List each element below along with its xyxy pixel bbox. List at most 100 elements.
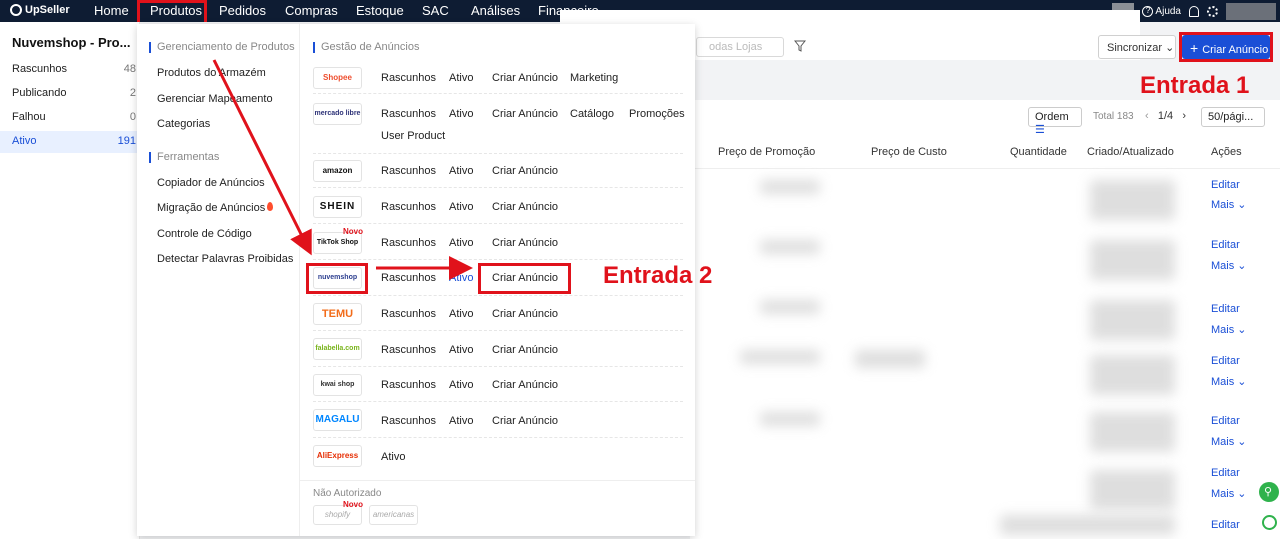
ml-rascunhos-link[interactable]: Rascunhos <box>381 108 436 120</box>
magalu-rascunhos-link[interactable]: Rascunhos <box>381 415 436 427</box>
nav-sac[interactable]: SAC <box>422 3 449 18</box>
store-filter-select[interactable]: odas Lojas <box>696 37 784 57</box>
ml-user-product-link[interactable]: User Product <box>381 130 445 142</box>
more-link[interactable]: Mais ⌄ <box>1211 375 1247 388</box>
menu-item-categorias[interactable]: Categorias <box>157 118 210 130</box>
more-link[interactable]: Mais ⌄ <box>1211 435 1247 448</box>
brand-logo[interactable]: UpSeller <box>10 4 70 16</box>
temu-rascunhos-link[interactable]: Rascunhos <box>381 308 436 320</box>
more-link[interactable]: Mais ⌄ <box>1211 259 1247 272</box>
more-link[interactable]: Mais ⌄ <box>1211 323 1247 336</box>
shein-criar-link[interactable]: Criar Anúncio <box>492 201 558 213</box>
temu-logo[interactable]: TEMU <box>313 303 362 325</box>
blurred-cell <box>1090 355 1175 395</box>
blurred-cell <box>740 350 820 364</box>
shopee-marketing-link[interactable]: Marketing <box>570 72 618 84</box>
sidebar-item-rascunhos[interactable]: Rascunhos 48 <box>0 59 140 81</box>
magalu-criar-link[interactable]: Criar Anúncio <box>492 415 558 427</box>
ml-ativo-link[interactable]: Ativo <box>449 108 473 120</box>
shein-logo[interactable]: SHEIN <box>313 196 362 218</box>
kwai-criar-link[interactable]: Criar Anúncio <box>492 379 558 391</box>
nav-analises[interactable]: Análises <box>471 3 520 18</box>
sync-button[interactable]: Sincronizar ⌄ <box>1098 35 1176 59</box>
tiktok-criar-link[interactable]: Criar Anúncio <box>492 237 558 249</box>
edit-link[interactable]: Editar <box>1211 415 1240 427</box>
shopee-ativo-link[interactable]: Ativo <box>449 72 473 84</box>
temu-criar-link[interactable]: Criar Anúncio <box>492 308 558 320</box>
shein-ativo-link[interactable]: Ativo <box>449 201 473 213</box>
blurred-cell <box>1090 412 1175 452</box>
search-fab[interactable]: ⚲ <box>1259 482 1279 502</box>
sidebar-item-falhou[interactable]: Falhou 0 <box>0 107 140 129</box>
kwai-rascunhos-link[interactable]: Rascunhos <box>381 379 436 391</box>
edit-link[interactable]: Editar <box>1211 179 1240 191</box>
gear-icon[interactable] <box>1207 5 1218 17</box>
nav-compras[interactable]: Compras <box>285 3 338 18</box>
row-divider <box>313 330 683 331</box>
nav-home[interactable]: Home <box>94 3 129 18</box>
menu-item-migracao[interactable]: Migração de Anúncios <box>157 202 274 214</box>
sidebar: Nuvemshop - Pro... Rascunhos 48 Publicand… <box>0 22 140 539</box>
pagination: ‹ 1/4 › <box>1145 110 1186 122</box>
shopee-rascunhos-link[interactable]: Rascunhos <box>381 72 436 84</box>
user-account[interactable] <box>1226 2 1276 20</box>
edit-link[interactable]: Editar <box>1211 355 1240 367</box>
amazon-ativo-link[interactable]: Ativo <box>449 165 473 177</box>
amazon-logo[interactable]: amazon <box>313 160 362 182</box>
tiktok-ativo-link[interactable]: Ativo <box>449 237 473 249</box>
help-button[interactable]: ? Ajuda <box>1142 5 1181 17</box>
more-link[interactable]: Mais ⌄ <box>1211 198 1247 211</box>
falabella-rascunhos-link[interactable]: Rascunhos <box>381 344 436 356</box>
temu-ativo-link[interactable]: Ativo <box>449 308 473 320</box>
shopee-logo[interactable]: Shopee <box>313 67 362 89</box>
magalu-logo[interactable]: magalu <box>313 409 362 431</box>
nav-estoque[interactable]: Estoque <box>356 3 404 18</box>
ml-promocoes-link[interactable]: Promoções <box>629 108 685 120</box>
tiktok-rascunhos-link[interactable]: Rascunhos <box>381 237 436 249</box>
aliexpress-logo[interactable]: AliExpress <box>313 445 362 467</box>
nuvemshop-ativo-link[interactable]: Ativo <box>449 272 473 284</box>
blurred-cell <box>760 180 820 194</box>
bell-icon[interactable] <box>1189 5 1199 17</box>
edit-link[interactable]: Editar <box>1211 519 1240 531</box>
shein-rascunhos-link[interactable]: Rascunhos <box>381 201 436 213</box>
next-page-icon[interactable]: › <box>1182 110 1186 122</box>
amazon-criar-link[interactable]: Criar Anúncio <box>492 165 558 177</box>
americanas-logo[interactable]: americanas <box>369 505 418 525</box>
mercado-libre-logo[interactable]: mercado libre <box>313 103 362 125</box>
edit-link[interactable]: Editar <box>1211 467 1240 479</box>
chat-fab[interactable] <box>1262 515 1277 530</box>
nuvemshop-rascunhos-link[interactable]: Rascunhos <box>381 272 436 284</box>
search-icon: ⚲ <box>1264 486 1273 498</box>
more-link[interactable]: Mais ⌄ <box>1211 487 1247 500</box>
ml-criar-link[interactable]: Criar Anúncio <box>492 108 558 120</box>
menu-item-produtos-armazem[interactable]: Produtos do Armazém <box>157 67 266 79</box>
blurred-cell <box>855 350 925 368</box>
kwai-shop-logo[interactable]: kwai shop <box>313 374 362 396</box>
menu-section-ferramentas: Ferramentas <box>149 152 219 163</box>
row-divider <box>313 93 683 94</box>
filter-icon[interactable] <box>794 40 806 52</box>
product-table <box>690 100 1280 539</box>
prev-page-icon[interactable]: ‹ <box>1145 110 1149 122</box>
falabella-criar-link[interactable]: Criar Anúncio <box>492 344 558 356</box>
sidebar-item-ativo[interactable]: Ativo 191 <box>0 131 140 153</box>
aliexpress-ativo-link[interactable]: Ativo <box>381 451 405 463</box>
falabella-ativo-link[interactable]: Ativo <box>449 344 473 356</box>
menu-item-detectar-palavras[interactable]: Detectar Palavras Proibidas <box>157 253 293 265</box>
falabella-logo[interactable]: falabella.com <box>313 338 362 360</box>
sort-button[interactable]: Ordem ☰ <box>1028 107 1082 136</box>
edit-link[interactable]: Editar <box>1211 303 1240 315</box>
per-page-select[interactable]: 50/pági... <box>1201 107 1265 127</box>
kwai-ativo-link[interactable]: Ativo <box>449 379 473 391</box>
menu-item-gerenciar-mapeamento[interactable]: Gerenciar Mapeamento <box>157 93 273 105</box>
menu-item-controle-codigo[interactable]: Controle de Código <box>157 228 252 240</box>
edit-link[interactable]: Editar <box>1211 239 1240 251</box>
amazon-rascunhos-link[interactable]: Rascunhos <box>381 165 436 177</box>
menu-item-copiador[interactable]: Copiador de Anúncios <box>157 177 265 189</box>
shopee-criar-link[interactable]: Criar Anúncio <box>492 72 558 84</box>
nav-pedidos[interactable]: Pedidos <box>219 3 266 18</box>
sidebar-item-publicando[interactable]: Publicando 2 <box>0 83 140 105</box>
magalu-ativo-link[interactable]: Ativo <box>449 415 473 427</box>
ml-catalogo-link[interactable]: Catálogo <box>570 108 614 120</box>
